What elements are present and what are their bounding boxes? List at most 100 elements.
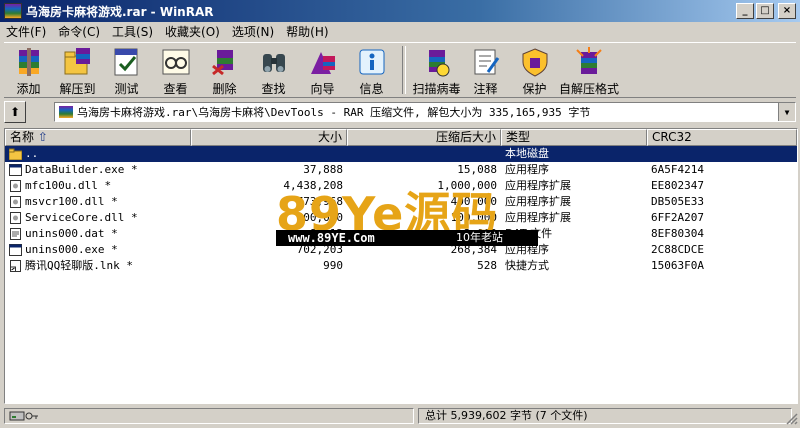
sort-up-icon: ⇧ [37, 130, 48, 144]
menu-favorites[interactable]: 收藏夹(O) [159, 23, 226, 40]
file-name: ServiceCore.dll * [25, 211, 138, 224]
path-text: 乌海房卡麻将游戏.rar\乌海房卡麻将\DevTools - RAR 压缩文件,… [77, 106, 591, 119]
folder-up-icon [9, 148, 25, 160]
shortcut-icon [9, 260, 25, 272]
file-crc: 6FF2A207 [651, 211, 704, 224]
info-icon [359, 49, 384, 75]
path-field[interactable]: 乌海房卡麻将游戏.rar\乌海房卡麻将\DevTools - RAR 压缩文件,… [54, 102, 796, 122]
table-row[interactable]: mfc100u.dll * 4,438,208 1,000,000 应用程序扩展 EE8… [5, 178, 797, 194]
file-name-cell: msvcr100.dll * [5, 194, 191, 210]
file-size: 702,203 [296, 243, 343, 256]
file-type: DAT 文件 [505, 227, 553, 240]
find-button[interactable]: 查找 [249, 43, 298, 97]
find-icon [262, 54, 285, 72]
dll-icon [9, 212, 25, 224]
menu-tools[interactable]: 工具(S) [106, 23, 159, 40]
list-body: .. 本地磁盘 DataBuilder.exe * 37,888 15,088 应用程序 6… [5, 146, 797, 274]
column-name-label: 名称 [10, 130, 35, 144]
wizard-button[interactable]: 向导 [298, 43, 347, 97]
column-name[interactable]: 名称 ⇧ [5, 129, 191, 146]
sfx-label: 自解压格式 [559, 82, 620, 96]
file-list[interactable]: 名称 ⇧ 大小 压缩后大小 类型 CRC32 .. 本地磁盘 DataBuilder… [4, 128, 798, 404]
column-size[interactable]: 大小 [191, 129, 347, 146]
status-total: 总计 5,939,602 字节 (7 个文件) [418, 408, 792, 424]
file-packed-size: 2,000 [463, 227, 497, 240]
file-name-cell: DataBuilder.exe * [5, 162, 191, 178]
file-size: 773,968 [296, 195, 343, 208]
column-packed[interactable]: 压缩后大小 [347, 129, 501, 146]
table-row[interactable]: unins000.exe * 702,203 268,384 应用程序 2C88CDCE [5, 242, 797, 258]
toolbar-separator [402, 46, 406, 94]
file-name: mfc100u.dll * [25, 179, 112, 192]
file-packed-size [347, 146, 501, 162]
close-button[interactable]: × [778, 3, 796, 19]
sfx-icon [576, 47, 602, 74]
up-folder-button[interactable]: ⬆ [4, 101, 26, 123]
maximize-button[interactable]: □ [756, 3, 774, 19]
column-type[interactable]: 类型 [501, 129, 647, 146]
table-row[interactable]: 腾讯QQ轻聊版.lnk * 990 528 快捷方式 15063F0A [5, 258, 797, 274]
file-crc [647, 146, 797, 162]
view-icon [162, 49, 189, 75]
file-size [191, 146, 347, 162]
menu-options[interactable]: 选项(N) [226, 23, 280, 40]
status-icons [4, 408, 414, 424]
table-row[interactable]: unins000.dat * 8,112 2,000 DAT 文件 8EF80304 [5, 226, 797, 242]
protect-icon [522, 48, 547, 77]
file-size: 37,888 [303, 163, 343, 176]
file-name: unins000.dat * [25, 227, 118, 240]
delete-button[interactable]: 删除 [200, 43, 249, 97]
comment-label: 注释 [473, 82, 498, 96]
address-bar: ⬆ 乌海房卡麻将游戏.rar\乌海房卡麻将\DevTools - RAR 压缩文… [4, 100, 796, 124]
exe-icon [9, 244, 25, 256]
resize-grip-icon[interactable] [786, 413, 798, 425]
column-crc[interactable]: CRC32 [647, 129, 797, 146]
protect-button[interactable]: 保护 [510, 43, 559, 97]
file-packed-size: 268,384 [450, 243, 497, 256]
menu-file[interactable]: 文件(F) [0, 23, 52, 40]
file-size: 400,000 [296, 211, 343, 224]
chevron-down-icon: ▼ [784, 107, 790, 117]
extract-to-icon [64, 48, 90, 75]
file-crc: 2C88CDCE [651, 243, 704, 256]
file-name-cell: unins000.exe * [5, 242, 191, 258]
title-bar[interactable]: 乌海房卡麻将游戏.rar - WinRAR _ □ × [0, 0, 800, 22]
add-label: 添加 [16, 82, 41, 96]
file-size: 4,438,208 [283, 179, 343, 192]
menu-help[interactable]: 帮助(H) [280, 23, 334, 40]
extract-to-label: 解压到 [59, 82, 96, 96]
file-crc: DB505E33 [651, 195, 704, 208]
comment-icon [474, 49, 499, 75]
minimize-button[interactable]: _ [736, 3, 754, 19]
info-button[interactable]: 信息 [347, 43, 396, 97]
table-row[interactable]: msvcr100.dll * 773,968 400,000 应用程序扩展 DB505E… [5, 194, 797, 210]
file-crc: 15063F0A [651, 259, 704, 272]
protect-label: 保护 [522, 82, 547, 96]
table-row[interactable]: ServiceCore.dll * 400,000 100,000 应用程序扩展 6FF… [5, 210, 797, 226]
test-button[interactable]: 测试 [102, 43, 151, 97]
file-crc: 6A5F4214 [651, 163, 704, 176]
file-type: 快捷方式 [505, 259, 549, 272]
file-name: 腾讯QQ轻聊版.lnk * [25, 259, 133, 272]
sfx-button[interactable]: 自解压格式 [559, 43, 619, 97]
list-header: 名称 ⇧ 大小 压缩后大小 类型 CRC32 [5, 129, 797, 146]
table-row[interactable]: DataBuilder.exe * 37,888 15,088 应用程序 6A5F421… [5, 162, 797, 178]
table-row[interactable]: .. 本地磁盘 [5, 146, 797, 162]
delete-label: 删除 [212, 82, 237, 96]
file-size: 990 [323, 259, 343, 272]
path-dropdown-button[interactable]: ▼ [778, 103, 795, 121]
virus-scan-button[interactable]: 扫描病毒 [412, 43, 461, 97]
extract-to-button[interactable]: 解压到 [53, 43, 102, 97]
test-icon [114, 48, 137, 76]
comment-button[interactable]: 注释 [461, 43, 510, 97]
winrar-app-icon [4, 3, 22, 19]
drive-key-icon [9, 411, 38, 421]
file-type: 本地磁盘 [505, 147, 549, 160]
menu-commands[interactable]: 命令(C) [52, 23, 106, 40]
view-button[interactable]: 查看 [151, 43, 200, 97]
add-button[interactable]: 添加 [4, 43, 53, 97]
exe-icon [9, 164, 25, 176]
virus-scan-label: 扫描病毒 [412, 82, 461, 96]
file-name-cell: mfc100u.dll * [5, 178, 191, 194]
find-label: 查找 [261, 82, 286, 96]
